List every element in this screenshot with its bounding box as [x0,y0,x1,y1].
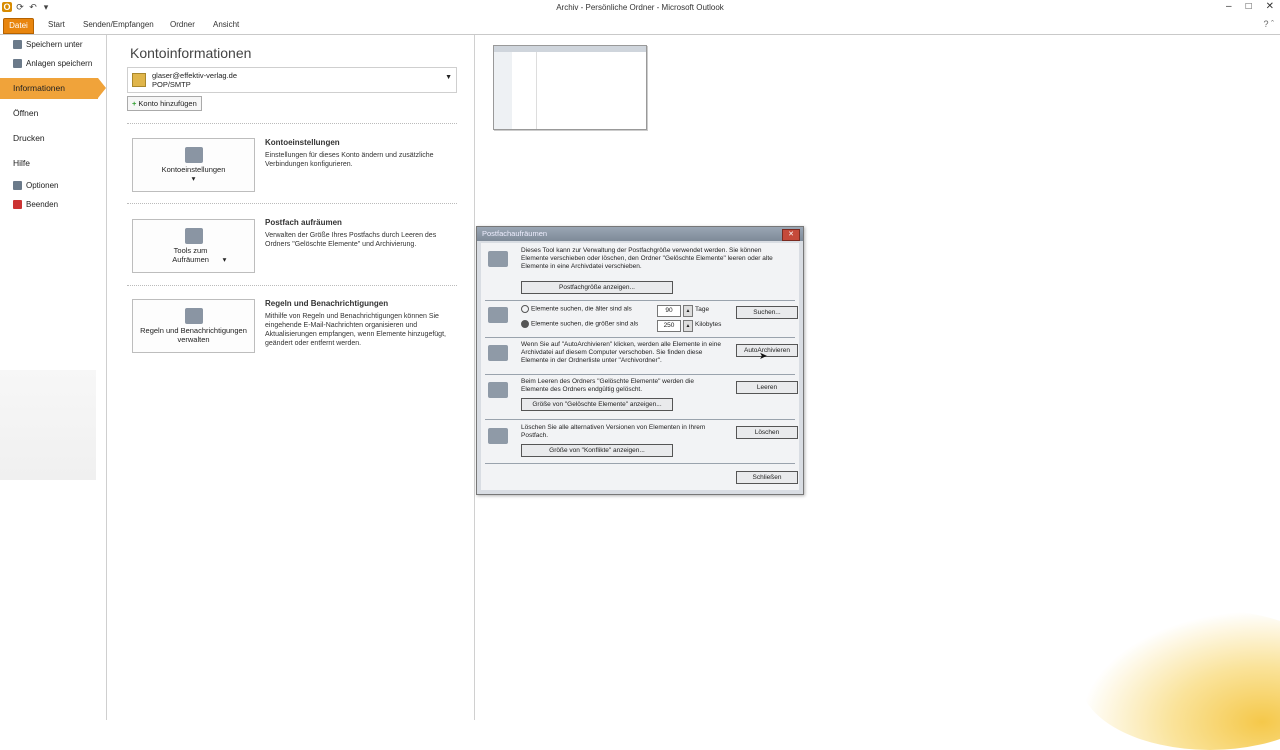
sidebar-item-open[interactable]: Öffnen [13,108,38,118]
account-selector[interactable]: glaser@effektiv-verlag.de POP/SMTP ▼ [127,67,457,93]
ribbon-tabs: Datei Start Senden/Empfangen Ordner Ansi… [0,16,1280,35]
close-icon[interactable]: ✕ [1266,1,1274,12]
intro-row: Dieses Tool kann zur Verwaltung der Post… [485,247,795,299]
view-conflicts-size-button[interactable]: Größe von "Konflikte" anzeigen... [521,444,673,457]
sidebar-shade [0,370,96,480]
delete-button[interactable]: Löschen [736,426,798,439]
tab-start[interactable]: Start [48,18,65,32]
cleanup-icon [488,251,508,267]
add-account-button[interactable]: + Konto hinzufügen [127,96,202,111]
view-mailbox-size-button[interactable]: Postfachgröße anzeigen... [521,281,673,294]
dialog-body: Dieses Tool kann zur Verwaltung der Post… [481,243,799,490]
deleted-items-text: Beim Leeren des Ordners "Gelöschte Eleme… [521,378,694,393]
tab-file[interactable]: Datei [3,18,34,34]
dialog-title-bar: Postfachaufräumen ✕ [477,227,803,241]
sidebar-item-save-attachments[interactable]: Anlagen speichern [0,56,106,72]
dialog-close-icon[interactable]: ✕ [782,229,800,241]
panel-divider [474,35,475,720]
close-button[interactable]: Schließen [736,471,798,484]
archive-icon [488,345,508,361]
tab-view[interactable]: Ansicht [213,18,239,32]
section-desc-rules: Mithilfe von Regeln und Benachrichtigung… [265,313,446,347]
larger-size-spinner[interactable]: ▲ [683,320,693,332]
save-as-icon [13,40,22,50]
autoarchive-row: Wenn Sie auf "AutoArchivieren" klicken, … [485,341,798,373]
conflicts-text: Löschen Sie alle alternativen Versionen … [521,424,706,439]
sidebar-item-info[interactable]: Informationen [0,78,106,99]
section-title-mailbox-cleanup: Postfach aufräumen [265,218,342,227]
tab-send-receive[interactable]: Senden/Empfangen [83,18,154,32]
decorative-swoosh [1080,610,1280,750]
exit-icon [13,200,22,210]
section-desc-account-settings: Einstellungen für dieses Konto ändern un… [265,152,434,168]
mouse-cursor-icon: ➤ [759,351,768,362]
backstage-sidebar: Speichern unter Anlagen speichern Inform… [0,35,107,720]
divider [127,123,457,124]
divider [485,419,795,420]
divider [485,374,795,375]
save-attachments-icon [13,59,22,69]
radio-button[interactable] [521,305,529,313]
manage-rules-button[interactable]: Regeln und Benachrichtigungen verwalten [132,299,255,353]
rules-icon [184,308,203,324]
maximize-icon[interactable]: □ [1246,1,1252,12]
page-title: Kontoinformationen [130,45,252,61]
account-type: POP/SMTP [152,80,191,89]
older-unit: Tage [695,306,710,313]
account-settings-icon [184,147,203,163]
mail-account-icon [132,73,146,87]
sidebar-item-options[interactable]: Optionen [0,178,106,194]
section-desc-mailbox-cleanup: Verwalten der Größe Ihres Postfachs durc… [265,232,437,248]
divider [485,463,795,464]
divider [127,285,457,286]
deleted-items-row: Beim Leeren des Ordners "Gelöschte Eleme… [485,378,798,418]
divider [127,203,457,204]
options-icon [13,181,22,191]
dialog-title: Postfachaufräumen [482,229,548,238]
window-preview-thumbnail [493,45,647,130]
intro-text: Dieses Tool kann zur Verwaltung der Post… [521,247,773,270]
sidebar-item-help[interactable]: Hilfe [13,158,30,168]
recycle-icon [488,382,508,398]
radio-button[interactable] [521,320,529,328]
account-email: glaser@effektiv-verlag.de [152,71,238,80]
account-info-panel: Kontoinformationen glaser@effektiv-verla… [107,35,474,720]
conflicts-folder-icon [488,428,508,444]
find-icon [488,307,508,323]
window-controls: – □ ✕ [1226,1,1274,12]
window-title: Archiv - Persönliche Ordner - Microsoft … [556,3,724,12]
sidebar-item-save-as[interactable]: Speichern unter [0,37,106,53]
plus-icon: + [132,99,137,108]
cleanup-tools-button[interactable]: Tools zum Aufräumen ▾ [132,219,255,273]
mailbox-cleanup-dialog: Postfachaufräumen ✕ Dieses Tool kann zur… [476,226,804,495]
larger-size-input[interactable]: 250 [657,320,681,332]
tab-folder[interactable]: Ordner [170,18,195,32]
account-settings-button[interactable]: Kontoeinstellungen ▾ [132,138,255,192]
conflicts-row: Löschen Sie alle alternativen Versionen … [485,424,798,464]
find-button[interactable]: Suchen... [736,306,798,319]
radio-older[interactable]: Elemente suchen, die älter sind als [521,305,661,314]
cleanup-tools-icon [184,228,203,244]
divider [485,337,795,338]
title-bar: O ⟳ ↶ ▾ Archiv - Persönliche Ordner - Mi… [0,0,1280,16]
section-title-account-settings: Kontoeinstellungen [265,138,340,147]
empty-button[interactable]: Leeren [736,381,798,394]
chevron-down-icon: ▼ [445,74,452,81]
help-icon[interactable]: ? ˆ [1263,19,1274,29]
sidebar-item-print[interactable]: Drucken [13,133,45,143]
sidebar-item-exit[interactable]: Beenden [0,197,106,213]
larger-unit: Kilobytes [695,321,722,328]
older-days-spinner[interactable]: ▲ [683,305,693,317]
view-deleted-size-button[interactable]: Größe von "Gelöschte Elemente" anzeigen.… [521,398,673,411]
minimize-icon[interactable]: – [1226,1,1232,12]
autoarchive-text: Wenn Sie auf "AutoArchivieren" klicken, … [521,341,721,364]
radio-larger[interactable]: Elemente suchen, die größer sind als [521,320,661,329]
divider [485,300,795,301]
older-days-input[interactable]: 90 [657,305,681,317]
section-title-rules: Regeln und Benachrichtigungen [265,299,389,308]
find-items-row: Elemente suchen, die älter sind als 90 ▲… [485,303,798,335]
